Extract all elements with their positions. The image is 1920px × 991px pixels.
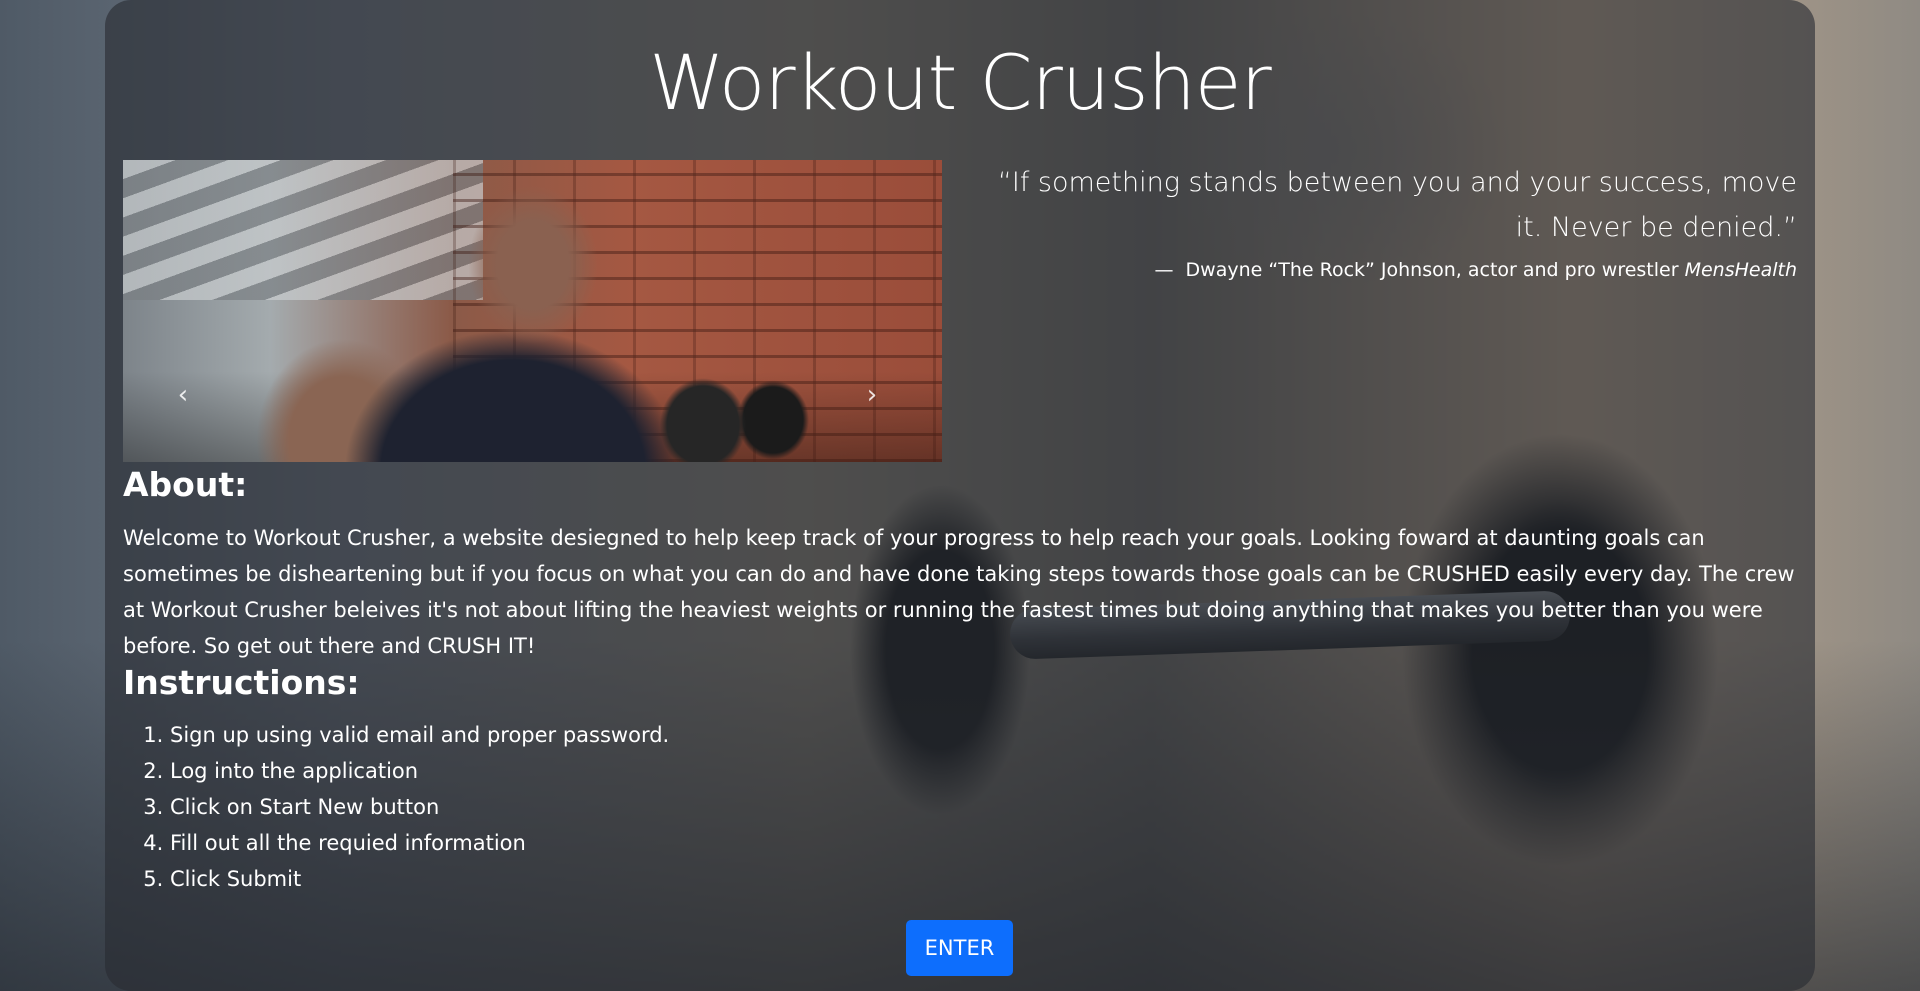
instructions-heading: Instructions: (123, 663, 360, 702)
about-text: Welcome to Workout Crusher, a website de… (123, 526, 1795, 658)
carousel-next-button[interactable]: › (842, 365, 902, 425)
quote-source: MensHealth (1684, 259, 1797, 281)
instruction-step: Click on Start New button (170, 789, 669, 825)
chevron-left-icon: ‹ (177, 380, 189, 410)
quote-attribution: Dwayne “The Rock” Johnson, actor and pro… (1185, 259, 1679, 281)
chevron-right-icon: › (866, 380, 878, 410)
instruction-step: Fill out all the requied information (170, 825, 669, 861)
instruction-step: Sign up using valid email and proper pas… (170, 717, 669, 753)
quote-text: “If something stands between you and you… (997, 167, 1797, 243)
quote-footer: — Dwayne “The Rock” Johnson, actor and p… (977, 256, 1797, 284)
quote-dash: — (1154, 259, 1174, 281)
image-carousel: ‹ › (123, 160, 942, 462)
page-title: Workout Crusher (649, 38, 1272, 127)
enter-button[interactable]: ENTER (906, 920, 1013, 976)
about-heading: About: (123, 465, 248, 504)
instruction-step: Click Submit (170, 861, 669, 897)
carousel-prev-button[interactable]: ‹ (153, 365, 213, 425)
quote-block: “If something stands between you and you… (977, 160, 1797, 284)
instruction-step: Log into the application (170, 753, 669, 789)
instructions-list: Sign up using valid email and proper pas… (123, 717, 669, 897)
carousel-image-dumbbell (643, 365, 823, 462)
main-panel: Workout Crusher ‹ › “If something stands… (105, 0, 1815, 991)
